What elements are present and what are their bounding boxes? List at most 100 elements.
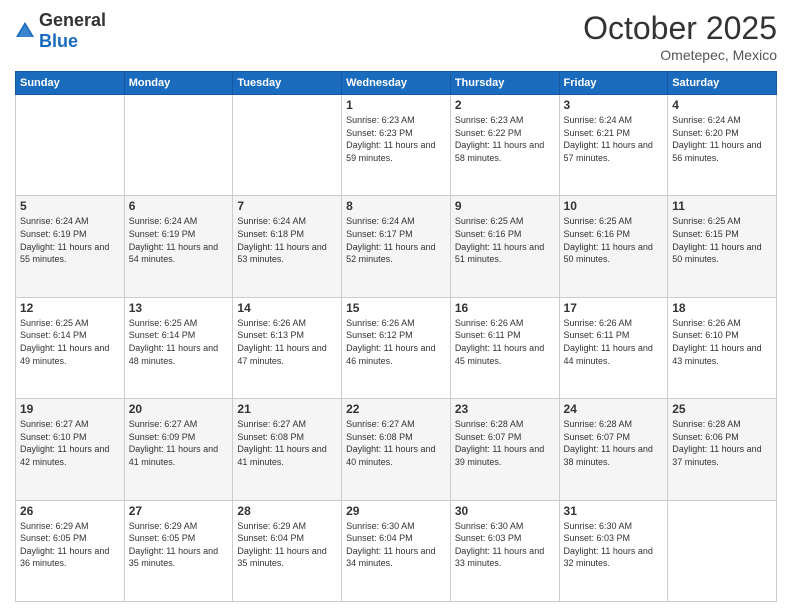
- day-info: Sunrise: 6:25 AMSunset: 6:16 PMDaylight:…: [564, 215, 664, 265]
- calendar-cell: 14 Sunrise: 6:26 AMSunset: 6:13 PMDayligh…: [233, 297, 342, 398]
- calendar-cell: 6 Sunrise: 6:24 AMSunset: 6:19 PMDaylight…: [124, 196, 233, 297]
- day-number: 19: [20, 402, 120, 416]
- logo: General Blue: [15, 10, 106, 52]
- calendar-cell: 4Sunrise: 6:24 AMSunset: 6:20 PMDaylight…: [668, 95, 777, 196]
- calendar-cell: 23 Sunrise: 6:28 AMSunset: 6:07 PMDayligh…: [450, 399, 559, 500]
- day-number: 13: [129, 301, 229, 315]
- day-number: 15: [346, 301, 446, 315]
- calendar-cell: 16 Sunrise: 6:26 AMSunset: 6:11 PMDayligh…: [450, 297, 559, 398]
- calendar-cell: 21 Sunrise: 6:27 AMSunset: 6:08 PMDayligh…: [233, 399, 342, 500]
- day-header-friday: Friday: [559, 72, 668, 95]
- day-info: Sunrise: 6:23 AMSunset: 6:22 PMDaylight:…: [455, 114, 555, 164]
- day-number: 16: [455, 301, 555, 315]
- day-info: Sunrise: 6:23 AMSunset: 6:23 PMDaylight:…: [346, 114, 446, 164]
- day-info: Sunrise: 6:30 AMSunset: 6:03 PMDaylight:…: [564, 520, 664, 570]
- day-number: 8: [346, 199, 446, 213]
- day-info: Sunrise: 6:27 AMSunset: 6:09 PMDaylight:…: [129, 418, 229, 468]
- day-number: 28: [237, 504, 337, 518]
- calendar-week-2: 5 Sunrise: 6:24 AMSunset: 6:19 PMDaylight…: [16, 196, 777, 297]
- logo-blue: Blue: [39, 31, 78, 51]
- calendar-cell: 28 Sunrise: 6:29 AMSunset: 6:04 PMDayligh…: [233, 500, 342, 601]
- day-info: Sunrise: 6:29 AMSunset: 6:05 PMDaylight:…: [129, 520, 229, 570]
- day-number: 5: [20, 199, 120, 213]
- day-info: Sunrise: 6:28 AMSunset: 6:06 PMDaylight:…: [672, 418, 772, 468]
- page: General Blue October 2025 Ometepec, Mexi…: [0, 0, 792, 612]
- day-number: 3: [564, 98, 664, 112]
- calendar-cell: 5 Sunrise: 6:24 AMSunset: 6:19 PMDaylight…: [16, 196, 125, 297]
- calendar-cell: 11Sunrise: 6:25 AMSunset: 6:15 PMDayligh…: [668, 196, 777, 297]
- day-number: 10: [564, 199, 664, 213]
- calendar-cell: 12Sunrise: 6:25 AMSunset: 6:14 PMDayligh…: [16, 297, 125, 398]
- day-number: 6: [129, 199, 229, 213]
- title-block: October 2025 Ometepec, Mexico: [583, 10, 777, 63]
- day-number: 12: [20, 301, 120, 315]
- calendar-cell: 24 Sunrise: 6:28 AMSunset: 6:07 PMDayligh…: [559, 399, 668, 500]
- day-info: Sunrise: 6:26 AMSunset: 6:11 PMDaylight:…: [564, 317, 664, 367]
- day-number: 17: [564, 301, 664, 315]
- day-number: 21: [237, 402, 337, 416]
- day-info: Sunrise: 6:24 AMSunset: 6:18 PMDaylight:…: [237, 215, 337, 265]
- calendar-cell: 25Sunrise: 6:28 AMSunset: 6:06 PMDayligh…: [668, 399, 777, 500]
- day-number: 26: [20, 504, 120, 518]
- day-info: Sunrise: 6:28 AMSunset: 6:07 PMDaylight:…: [564, 418, 664, 468]
- day-info: Sunrise: 6:24 AMSunset: 6:21 PMDaylight:…: [564, 114, 664, 164]
- day-number: 29: [346, 504, 446, 518]
- day-number: 27: [129, 504, 229, 518]
- logo-icon: [15, 21, 35, 41]
- calendar-cell: 27 Sunrise: 6:29 AMSunset: 6:05 PMDayligh…: [124, 500, 233, 601]
- day-info: Sunrise: 6:24 AMSunset: 6:19 PMDaylight:…: [129, 215, 229, 265]
- calendar-cell: 18 Sunrise: 6:26 AMSunset: 6:10 PMDayligh…: [668, 297, 777, 398]
- calendar-cell: 22 Sunrise: 6:27 AMSunset: 6:08 PMDayligh…: [342, 399, 451, 500]
- month-title: October 2025: [583, 10, 777, 47]
- calendar-cell: 10 Sunrise: 6:25 AMSunset: 6:16 PMDayligh…: [559, 196, 668, 297]
- calendar-cell: 13Sunrise: 6:25 AMSunset: 6:14 PMDayligh…: [124, 297, 233, 398]
- day-info: Sunrise: 6:29 AMSunset: 6:04 PMDaylight:…: [237, 520, 337, 570]
- calendar-cell: 30Sunrise: 6:30 AMSunset: 6:03 PMDayligh…: [450, 500, 559, 601]
- day-info: Sunrise: 6:29 AMSunset: 6:05 PMDaylight:…: [20, 520, 120, 570]
- calendar-cell: 17 Sunrise: 6:26 AMSunset: 6:11 PMDayligh…: [559, 297, 668, 398]
- day-number: 14: [237, 301, 337, 315]
- calendar-cell: 8Sunrise: 6:24 AMSunset: 6:17 PMDaylight…: [342, 196, 451, 297]
- day-info: Sunrise: 6:27 AMSunset: 6:10 PMDaylight:…: [20, 418, 120, 468]
- day-info: Sunrise: 6:26 AMSunset: 6:11 PMDaylight:…: [455, 317, 555, 367]
- day-number: 18: [672, 301, 772, 315]
- header: General Blue October 2025 Ometepec, Mexi…: [15, 10, 777, 63]
- day-info: Sunrise: 6:24 AMSunset: 6:20 PMDaylight:…: [672, 114, 772, 164]
- calendar-cell: 20Sunrise: 6:27 AMSunset: 6:09 PMDayligh…: [124, 399, 233, 500]
- calendar-cell: [233, 95, 342, 196]
- day-header-monday: Monday: [124, 72, 233, 95]
- day-info: Sunrise: 6:24 AMSunset: 6:19 PMDaylight:…: [20, 215, 120, 265]
- calendar-cell: 9 Sunrise: 6:25 AMSunset: 6:16 PMDaylight…: [450, 196, 559, 297]
- day-number: 31: [564, 504, 664, 518]
- day-header-tuesday: Tuesday: [233, 72, 342, 95]
- calendar-cell: [124, 95, 233, 196]
- day-number: 22: [346, 402, 446, 416]
- location-title: Ometepec, Mexico: [583, 47, 777, 63]
- day-info: Sunrise: 6:26 AMSunset: 6:10 PMDaylight:…: [672, 317, 772, 367]
- calendar-cell: 26 Sunrise: 6:29 AMSunset: 6:05 PMDayligh…: [16, 500, 125, 601]
- calendar-week-5: 26 Sunrise: 6:29 AMSunset: 6:05 PMDayligh…: [16, 500, 777, 601]
- day-info: Sunrise: 6:26 AMSunset: 6:13 PMDaylight:…: [237, 317, 337, 367]
- calendar-cell: [668, 500, 777, 601]
- day-info: Sunrise: 6:30 AMSunset: 6:03 PMDaylight:…: [455, 520, 555, 570]
- day-info: Sunrise: 6:28 AMSunset: 6:07 PMDaylight:…: [455, 418, 555, 468]
- day-info: Sunrise: 6:27 AMSunset: 6:08 PMDaylight:…: [346, 418, 446, 468]
- day-number: 7: [237, 199, 337, 213]
- day-info: Sunrise: 6:26 AMSunset: 6:12 PMDaylight:…: [346, 317, 446, 367]
- day-header-thursday: Thursday: [450, 72, 559, 95]
- day-number: 2: [455, 98, 555, 112]
- day-info: Sunrise: 6:27 AMSunset: 6:08 PMDaylight:…: [237, 418, 337, 468]
- day-info: Sunrise: 6:25 AMSunset: 6:15 PMDaylight:…: [672, 215, 772, 265]
- day-info: Sunrise: 6:30 AMSunset: 6:04 PMDaylight:…: [346, 520, 446, 570]
- day-number: 1: [346, 98, 446, 112]
- calendar-header-row: SundayMondayTuesdayWednesdayThursdayFrid…: [16, 72, 777, 95]
- calendar-cell: 7 Sunrise: 6:24 AMSunset: 6:18 PMDaylight…: [233, 196, 342, 297]
- day-header-sunday: Sunday: [16, 72, 125, 95]
- calendar-cell: [16, 95, 125, 196]
- day-info: Sunrise: 6:25 AMSunset: 6:16 PMDaylight:…: [455, 215, 555, 265]
- day-number: 23: [455, 402, 555, 416]
- day-number: 9: [455, 199, 555, 213]
- calendar-cell: 15 Sunrise: 6:26 AMSunset: 6:12 PMDayligh…: [342, 297, 451, 398]
- day-number: 24: [564, 402, 664, 416]
- calendar-cell: 3 Sunrise: 6:24 AMSunset: 6:21 PMDaylight…: [559, 95, 668, 196]
